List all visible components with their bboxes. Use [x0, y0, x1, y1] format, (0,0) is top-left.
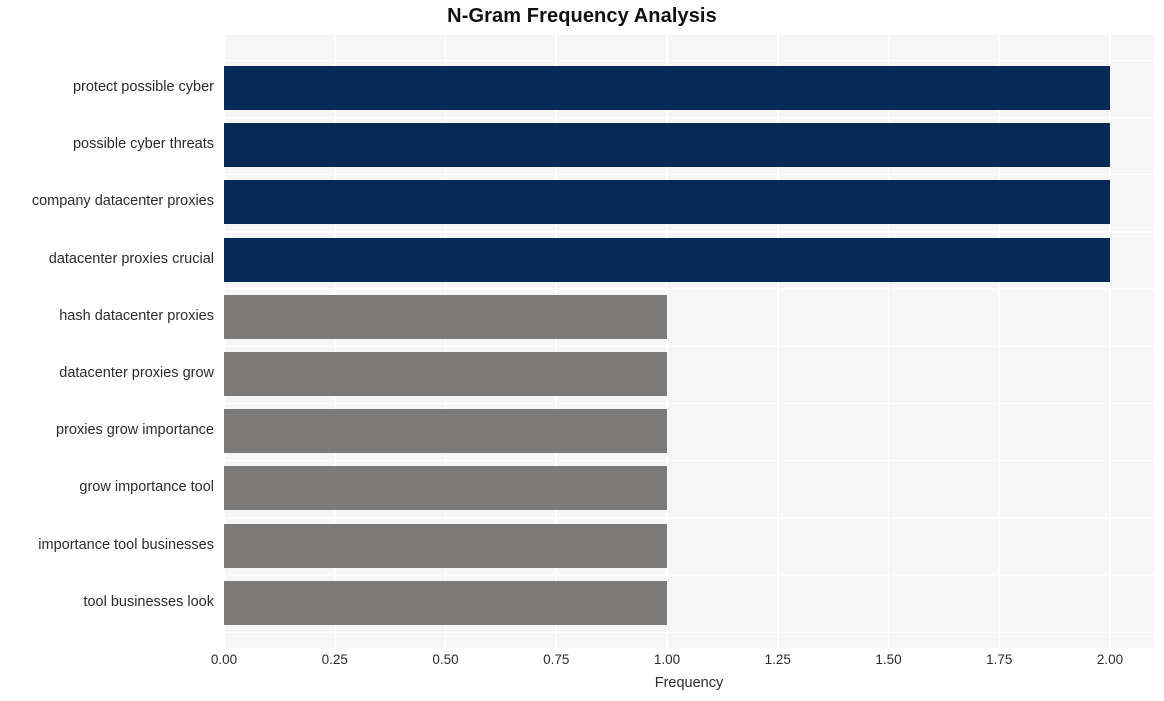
- y-axis-tick-label: company datacenter proxies: [31, 193, 214, 210]
- x-axis-tick-label: 0.75: [543, 652, 570, 667]
- gridline-horizontal: [224, 345, 1154, 348]
- bar: [224, 352, 667, 396]
- gridline-horizontal: [224, 288, 1154, 290]
- y-axis-tick-label: datacenter proxies grow: [59, 365, 214, 381]
- gridline-horizontal: [224, 173, 1154, 176]
- y-axis-tick-label: hash datacenter proxies: [59, 307, 214, 324]
- x-axis-tick-label: 1.25: [764, 652, 791, 667]
- bar: [224, 523, 667, 568]
- bar: [224, 180, 1110, 225]
- x-axis-tick-label: 0.25: [321, 652, 348, 667]
- gridline-horizontal: [224, 59, 1154, 62]
- bar: [224, 409, 667, 454]
- y-axis-tick-label: datacenter proxies crucial: [48, 250, 214, 267]
- y-axis-tick-label: protect possible cyber: [72, 79, 214, 95]
- y-axis-tick-label: importance tool businesses: [38, 536, 214, 553]
- y-axis-tick-label: tool businesses look: [83, 593, 214, 610]
- chart-title: N-Gram Frequency Analysis: [447, 5, 717, 27]
- x-axis-tick-label: 0.50: [432, 652, 459, 667]
- plot-area: [224, 35, 1154, 648]
- bar: [224, 580, 667, 625]
- gridline-horizontal: [224, 116, 1154, 119]
- x-axis-tick-label: 1.00: [653, 652, 681, 667]
- gridline-horizontal: [224, 402, 1154, 405]
- gridline-horizontal: [224, 517, 1154, 519]
- gridline-horizontal: [224, 231, 1154, 233]
- x-axis-tick-label: 2.00: [1096, 652, 1124, 667]
- y-axis-tick-label: possible cyber threats: [72, 136, 214, 153]
- ngram-frequency-chart: N-Gram Frequency Analysis protect possib…: [0, 0, 1164, 701]
- bar: [224, 294, 667, 339]
- x-axis-tick-label: 0.00: [210, 652, 238, 667]
- bar: [224, 123, 1110, 168]
- gridline-horizontal: [224, 574, 1154, 576]
- gridline-horizontal: [224, 459, 1154, 462]
- y-axis-tick-label: grow importance tool: [79, 479, 214, 496]
- bar: [224, 66, 1110, 110]
- bar: [224, 237, 1110, 282]
- bar: [224, 466, 667, 511]
- y-axis-tick-label: proxies grow importance: [56, 422, 214, 439]
- x-axis-tick-label: 1.50: [875, 652, 902, 667]
- gridline-horizontal: [224, 631, 1154, 634]
- x-axis-tick-label: 1.75: [986, 652, 1013, 667]
- x-axis-label: Frequency: [654, 675, 724, 691]
